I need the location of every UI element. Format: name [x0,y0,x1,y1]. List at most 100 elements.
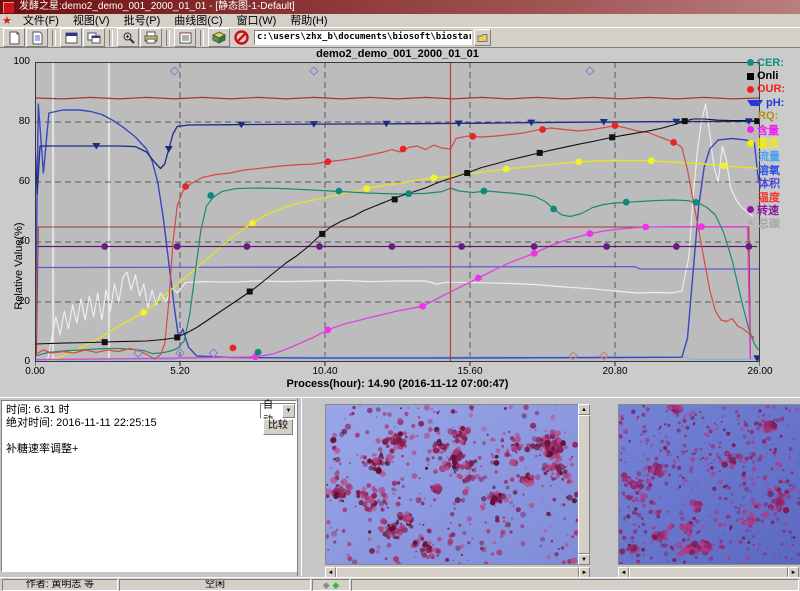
windows-tile-button[interactable] [83,28,105,47]
legend-item-含量: 含量 [747,123,800,136]
legend-label: 转速 [757,203,779,216]
child-window-star-icon[interactable]: ★ [2,14,12,28]
menu-item-帮助[interactable]: 帮助(H) [283,15,334,27]
note-comment: 补糖速率调整+ [6,443,292,456]
legend-item-总碳: ×总碳 [747,217,800,230]
new-file-button[interactable] [3,28,25,47]
new-file-icon [8,31,21,45]
open-file-button[interactable] [26,28,48,47]
legend-item-pH: pH: [747,96,800,109]
legend-label: Onli [757,70,778,82]
x-tick-20.80: 20.80 [593,366,637,377]
menu-bar: ★ 文件(F)视图(V)批号(P)曲线图(C)窗口(W)帮助(H) [0,14,800,28]
status-author: 作者: 黄明志 等 [2,579,118,591]
chart-title: demo2_demo_001_2000_01_01 [35,48,760,60]
curve-list-button[interactable] [174,28,196,47]
legend-marker-circle [747,59,754,66]
menu-item-视图[interactable]: 视图(V) [66,15,117,27]
package-button[interactable] [208,28,230,47]
toolbar-separator [200,30,204,46]
legend-label: pH: [766,97,784,109]
x-tick-0.00: 0.00 [13,366,57,377]
legend-marker-circle [747,140,754,147]
chevron-down-icon[interactable]: ▼ [282,404,295,418]
legend-item-菌浓: 菌浓 [747,136,800,149]
toolbar-separator [109,30,113,46]
menu-items: 文件(F)视图(V)批号(P)曲线图(C)窗口(W)帮助(H) [16,14,335,28]
note-abs-time: 绝对时间: 2016-11-11 22:25:15 [6,417,292,430]
stop-button[interactable] [231,29,251,46]
menu-item-文件[interactable]: 文件(F) [16,15,66,27]
window-icon [65,32,78,44]
y-tick-20: 20 [2,296,30,307]
legend-label: CER: [757,57,784,69]
mode-dropdown[interactable]: 自动 ▼ [260,403,296,419]
path-browse-icon [477,33,488,43]
scroll-up-button[interactable]: ▲ [578,404,590,415]
menu-item-曲线图[interactable]: 曲线图(C) [167,15,229,27]
indicator-diamond-green: ◆ [332,580,339,590]
y-tick-100: 100 [2,56,30,67]
x-axis-label: Process(hour): 14.90 (2016-11-12 07:00:4… [35,378,760,390]
print-button[interactable] [140,28,162,47]
legend-label: OUR: [757,83,785,95]
legend-item-RQ: RQ: [747,110,800,123]
path-input[interactable]: c:\users\zhx_b\documents\biosoft\biostar… [254,30,472,45]
app-icon[interactable] [2,1,15,14]
legend-marker-circle [747,86,754,93]
legend-label: RQ: [758,110,778,122]
windows-icon [87,32,101,44]
chart-panel: demo2_demo_001_2000_01_01 Relative Value… [0,48,800,397]
legend-label: 含量 [757,123,779,136]
title-bar[interactable]: 发酵之星:demo2_demo_001_2000_01_01 - [静态图-1-… [0,0,800,14]
status-state: 空闲 [119,579,311,591]
legend-item-CER: CER: [747,56,800,69]
bottom-section: 时间: 6.31 时 绝对时间: 2016-11-11 22:25:15 补糖速… [0,397,800,577]
legend-label: 菌浓 [757,136,779,149]
chart-legend: CER:OnliOUR: pH:RQ:含量菌浓流量溶氧体积温度转速×总碳 [747,56,800,230]
legend-label: 温度 [758,190,780,203]
x-tick-26.00: 26.00 [738,366,782,377]
path-browse-button[interactable] [474,29,491,46]
compare-button[interactable]: 比较 [263,419,293,435]
scroll-down-button[interactable]: ▼ [578,554,590,565]
zoom-icon [122,31,135,44]
legend-item-流量: 流量 [747,150,800,163]
legend-marker-square [747,73,754,80]
vertical-scrollbar-thumb[interactable] [578,415,590,554]
package-icon [212,31,226,44]
print-icon [144,31,158,44]
legend-item-体积: 体积 [747,177,800,190]
menu-item-窗口[interactable]: 窗口(W) [230,15,284,27]
legend-marker-circle [747,206,754,213]
menu-item-批号[interactable]: 批号(P) [117,15,168,27]
legend-item-转速: 转速 [747,203,800,216]
toolbar-separator [52,30,56,46]
x-tick-5.20: 5.20 [158,366,202,377]
application-window: { "window": {"title": "发酵之星:demo2_demo_0… [0,0,800,590]
notes-panel: 时间: 6.31 时 绝对时间: 2016-11-11 22:25:15 补糖速… [1,400,297,572]
indicator-diamond-gray: ◆ [323,580,330,590]
no-entry-icon [234,30,249,45]
legend-marker-triangle-down [747,100,763,106]
legend-label: 流量 [758,150,780,163]
status-indicators: ◆ ◆ [312,579,350,591]
curve-list-icon [179,32,192,44]
legend-item-溶氧: 溶氧 [747,163,800,176]
window-button[interactable] [60,28,82,47]
legend-item-Onli: Onli [747,69,800,82]
window-title: 发酵之星:demo2_demo_001_2000_01_01 - [静态图-1-… [19,0,295,14]
microscopy-image-right [618,404,800,565]
zoom-button[interactable] [117,28,139,47]
note-time: 时间: 6.31 时 [6,404,292,417]
y-tick-80: 80 [2,116,30,127]
legend-marker-circle [747,126,754,133]
legend-label: 总碳 [758,217,780,230]
vertical-scrollbar[interactable]: ▲ ▼ [578,404,590,565]
legend-item-温度: 温度 [747,190,800,203]
legend-label: 溶氧 [758,163,780,176]
chart-plot[interactable] [35,62,760,368]
x-tick-15.60: 15.60 [448,366,492,377]
panel-divider[interactable] [297,398,302,576]
legend-marker-x: × [747,219,755,227]
